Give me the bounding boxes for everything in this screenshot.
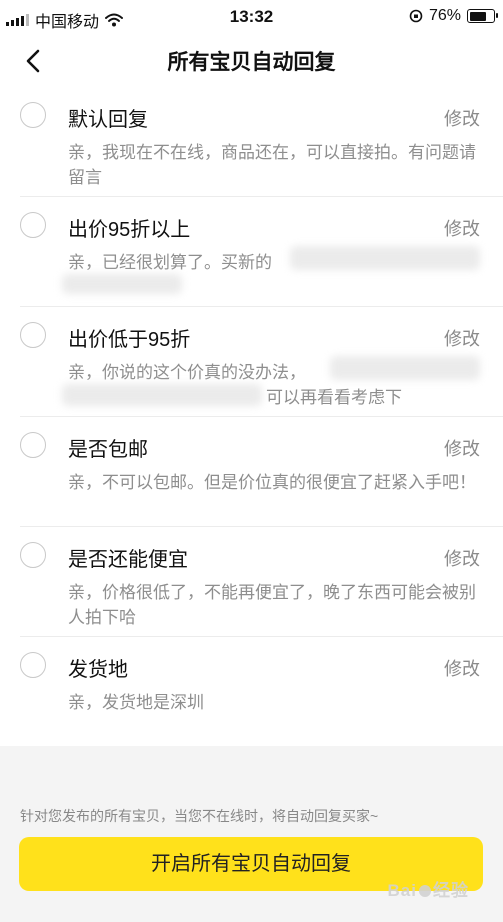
battery-fill xyxy=(469,11,487,21)
reply-title: 发货地 xyxy=(68,659,128,681)
edit-button[interactable]: 修改 xyxy=(444,105,480,131)
footer-tip: 针对您发布的所有宝贝，当您不在线时，将自动回复买家~ xyxy=(20,808,379,824)
reply-title: 默认回复 xyxy=(68,109,148,131)
watermark-logo: Bai 经验 xyxy=(388,876,469,901)
list-item[interactable]: 是否包邮 修改 亲，不可以包邮。但是价位真的很便宜了赶紧入手吧！ xyxy=(0,416,503,526)
battery-icon xyxy=(467,9,498,23)
footer: 针对您发布的所有宝贝，当您不在线时，将自动回复买家~ 开启所有宝贝自动回复 Ba… xyxy=(0,746,503,922)
list-item[interactable]: 默认回复 修改 亲，我现在不在线，商品还在，可以直接拍。有问题请留言 xyxy=(0,86,503,196)
battery-percent: 76% xyxy=(428,7,461,24)
reply-text: 亲，发货地是深圳 xyxy=(68,693,204,712)
edit-button[interactable]: 修改 xyxy=(444,215,480,241)
redacted-blur xyxy=(62,384,262,406)
reply-text-tail: 可以再看看考虑下 xyxy=(266,388,402,407)
page-title: 所有宝贝自动回复 xyxy=(167,51,336,74)
edit-button[interactable]: 修改 xyxy=(444,435,480,461)
radio-unchecked-icon[interactable] xyxy=(20,102,46,128)
redacted-blur xyxy=(290,246,480,270)
status-right: 76% xyxy=(409,7,498,25)
reply-title: 是否还能便宜 xyxy=(68,549,188,571)
list-item[interactable]: 是否还能便宜 修改 亲，价格很低了，不能再便宜了，晚了东西可能会被别人拍下哈 xyxy=(0,526,503,636)
reply-title: 出价95折以上 xyxy=(68,219,191,241)
auto-reply-list: 默认回复 修改 亲，我现在不在线，商品还在，可以直接拍。有问题请留言 出价95折… xyxy=(0,86,503,746)
list-item[interactable]: 发货地 修改 亲，发货地是深圳 xyxy=(0,636,503,746)
nav-bar: 所有宝贝自动回复 xyxy=(0,34,503,86)
edit-button[interactable]: 修改 xyxy=(444,655,480,681)
radio-unchecked-icon[interactable] xyxy=(20,432,46,458)
paw-icon xyxy=(419,885,431,897)
reply-title: 是否包邮 xyxy=(68,439,148,461)
radio-unchecked-icon[interactable] xyxy=(20,212,46,238)
watermark-text-b: 经验 xyxy=(433,881,469,900)
radio-unchecked-icon[interactable] xyxy=(20,652,46,678)
reply-title: 出价低于95折 xyxy=(68,329,191,351)
radio-unchecked-icon[interactable] xyxy=(20,322,46,348)
orientation-lock-icon xyxy=(409,9,423,23)
edit-button[interactable]: 修改 xyxy=(444,545,480,571)
reply-text: 亲，不可以包邮。但是价位真的很便宜了赶紧入手吧！ xyxy=(68,473,476,492)
redacted-blur xyxy=(62,274,182,294)
edit-button[interactable]: 修改 xyxy=(444,325,480,351)
reply-text: 亲，价格很低了，不能再便宜了，晚了东西可能会被别人拍下哈 xyxy=(68,583,476,627)
watermark-text-a: Bai xyxy=(387,881,417,900)
reply-text: 亲，我现在不在线，商品还在，可以直接拍。有问题请留言 xyxy=(68,143,476,187)
radio-unchecked-icon[interactable] xyxy=(20,542,46,568)
status-bar: 中国移动 13:32 76% xyxy=(0,0,503,34)
list-item[interactable]: 出价低于95折 修改 亲，你说的这个价真的没办法， 可以再看看考虑下 xyxy=(0,306,503,416)
redacted-blur xyxy=(330,356,480,380)
list-item[interactable]: 出价95折以上 修改 亲，已经很划算了。买新的 xyxy=(0,196,503,306)
